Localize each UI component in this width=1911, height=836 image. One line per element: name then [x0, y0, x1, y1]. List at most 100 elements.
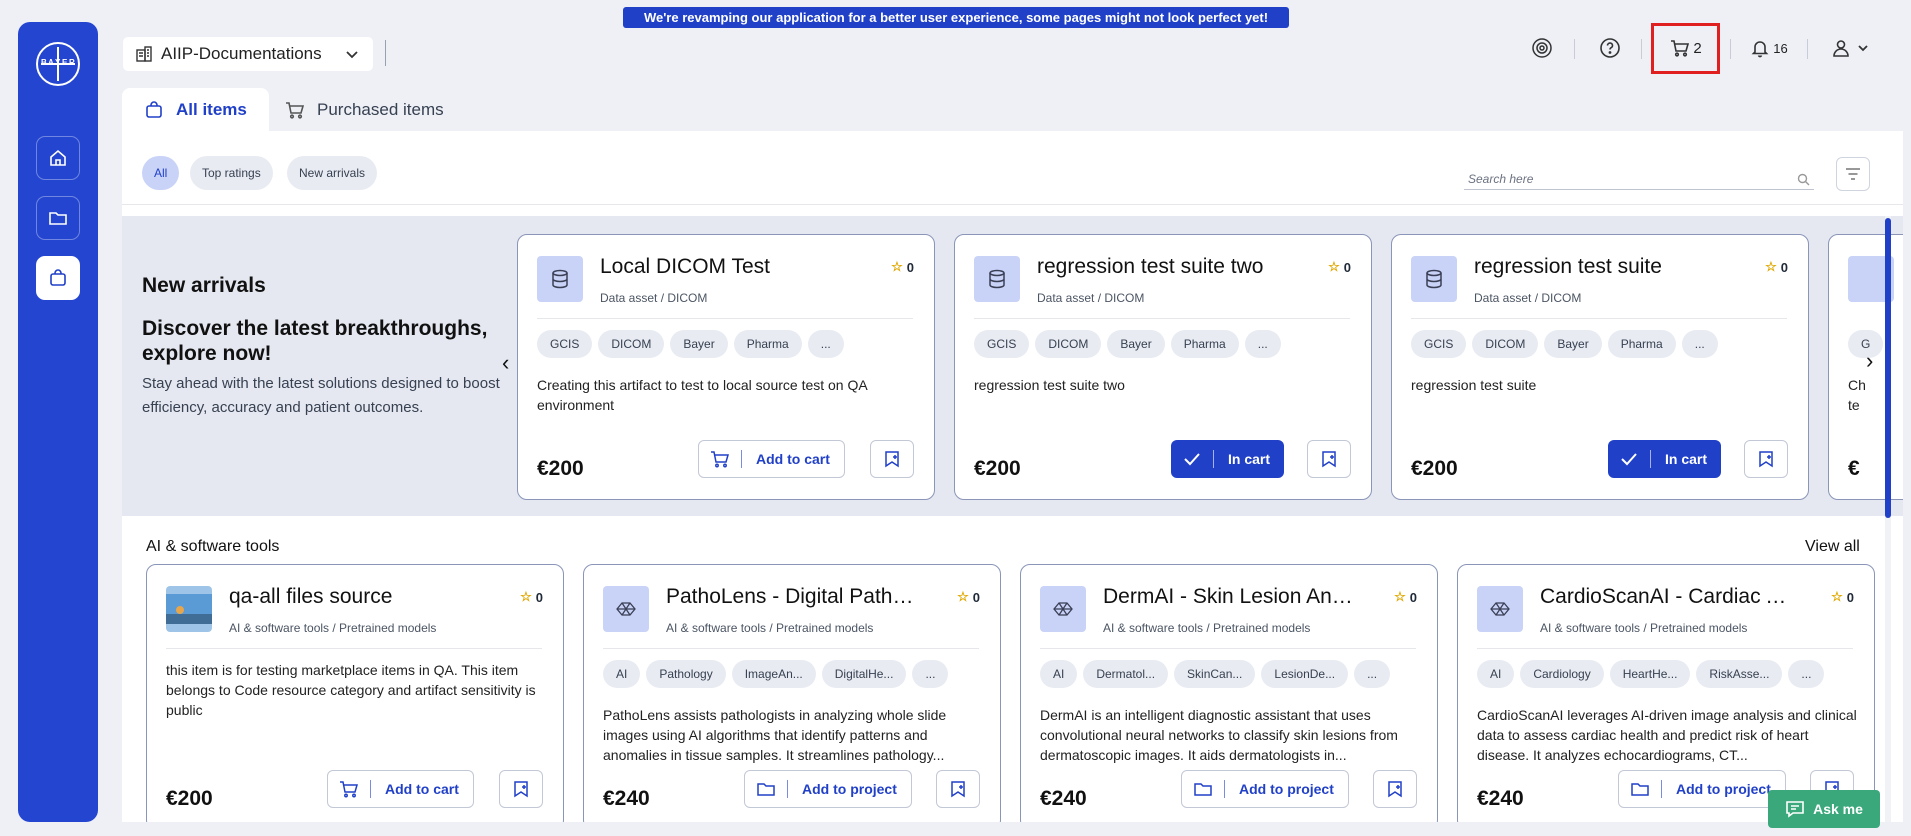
bookmark-add-icon — [1322, 451, 1336, 468]
product-title[interactable]: PathoLens - Digital Pathology — [666, 585, 916, 609]
image-icon — [166, 594, 212, 624]
folder-icon — [49, 212, 67, 225]
tag-more[interactable]: ... — [1244, 330, 1281, 358]
product-card[interactable]: DermAI - Skin Lesion Analysis ☆0 AI & so… — [1020, 564, 1438, 822]
tag: GCIS — [974, 330, 1030, 358]
carousel-prev-button[interactable]: ‹ — [502, 350, 509, 376]
in-cart-button[interactable]: In cart — [1171, 440, 1285, 478]
tag-more[interactable]: ... — [1681, 330, 1718, 358]
product-title[interactable]: qa-all files source — [229, 585, 529, 609]
notifications-button[interactable]: 16 — [1749, 33, 1789, 63]
filter-button[interactable] — [1836, 157, 1870, 191]
tag: AI — [1477, 660, 1515, 688]
filter-chip-top-ratings[interactable]: Top ratings — [190, 156, 273, 190]
ask-me-button[interactable]: Ask me — [1768, 790, 1880, 828]
bookmark-add-icon — [1388, 781, 1402, 798]
product-description: this item is for testing marketplace ite… — [166, 662, 536, 718]
product-description: DermAI is an intelligent diagnostic assi… — [1040, 707, 1398, 763]
bookmark-button[interactable] — [936, 770, 980, 808]
bayer-logo[interactable]: BAYER — [36, 42, 80, 86]
bookmark-button[interactable] — [870, 440, 914, 478]
marketplace-nav-button[interactable] — [36, 256, 80, 300]
tab-purchased-items[interactable]: Purchased items — [285, 88, 444, 132]
chat-icon — [1786, 801, 1804, 818]
tag: GCIS — [537, 330, 593, 358]
add-to-cart-button[interactable]: Add to cart — [327, 770, 474, 808]
tag: ImageAn... — [731, 660, 816, 688]
tag: Bayer — [1544, 330, 1602, 358]
add-to-project-button[interactable]: Add to project — [1618, 770, 1786, 808]
project-selector[interactable]: AIIP-Documentations — [123, 37, 373, 71]
scrollbar-thumb[interactable] — [1885, 218, 1891, 518]
header-divider — [385, 40, 386, 66]
tab-all-items[interactable]: All items — [122, 88, 269, 132]
product-card[interactable]: regression test suite ☆ 0 Data asset / DI… — [1391, 234, 1809, 500]
tab-label: All items — [176, 100, 247, 119]
tag-more[interactable]: ... — [912, 660, 949, 688]
notification-count: 16 — [1773, 40, 1788, 56]
tag-list: AI Dermatol... SkinCan... LesionDe... ..… — [1040, 660, 1391, 688]
product-category: Data asset / DICOM — [1037, 291, 1145, 305]
in-cart-button[interactable]: In cart — [1608, 440, 1722, 478]
shopping-bag-icon — [146, 101, 162, 118]
folder-icon — [757, 783, 775, 796]
add-to-project-button[interactable]: Add to project — [1181, 770, 1349, 808]
product-title[interactable]: Local DICOM Test — [600, 255, 900, 279]
bookmark-add-icon — [885, 451, 899, 468]
logo-letter: B — [41, 58, 47, 67]
product-card[interactable]: regression test suite two ☆ 0 Data asset … — [954, 234, 1372, 500]
bookmark-button[interactable] — [1373, 770, 1417, 808]
tag-list: AI Cardiology HeartHe... RiskAsse... ... — [1477, 660, 1825, 688]
product-card[interactable]: Local DICOM Test ☆ 0 Data asset / DICOM G… — [517, 234, 935, 500]
tag-list: GCIS DICOM Bayer Pharma ... — [1411, 330, 1718, 358]
search-input[interactable]: Search here — [1464, 166, 1814, 190]
vertical-scrollbar[interactable] — [1885, 216, 1891, 822]
section-description: Stay ahead with the latest solutions des… — [142, 375, 500, 416]
brain-network-icon — [1053, 602, 1073, 616]
bookmark-button[interactable] — [1744, 440, 1788, 478]
product-title[interactable]: DermAI - Skin Lesion Analysis — [1103, 585, 1353, 609]
home-nav-button[interactable] — [36, 136, 80, 180]
star-icon: ☆ — [891, 259, 903, 274]
logo-letter: A — [48, 58, 54, 67]
product-title[interactable]: regression test suite — [1474, 255, 1774, 279]
database-icon — [552, 269, 568, 289]
bookmark-button[interactable] — [1307, 440, 1351, 478]
product-title[interactable]: regression test suite two — [1037, 255, 1287, 279]
filter-chip-new-arrivals[interactable]: New arrivals — [287, 156, 378, 190]
star-icon: ☆ — [1831, 589, 1843, 604]
product-category: Data asset / DICOM — [1474, 291, 1582, 305]
tag-more[interactable]: ... — [1788, 660, 1825, 688]
product-card[interactable]: CardioScanAI - Cardiac Analysis ☆0 AI & … — [1457, 564, 1875, 822]
product-thumbnail — [537, 256, 583, 302]
project-name: AIIP-Documentations — [161, 44, 322, 63]
view-all-link[interactable]: View all — [1805, 538, 1860, 556]
home-icon — [50, 149, 66, 166]
settings-button[interactable] — [1529, 33, 1555, 63]
user-menu-button[interactable] — [1830, 33, 1870, 63]
product-title[interactable]: CardioScanAI - Cardiac Analysis — [1540, 585, 1790, 609]
cart-highlight — [1651, 23, 1720, 74]
bell-icon — [1751, 41, 1769, 58]
add-to-cart-button[interactable]: Add to cart — [698, 440, 845, 478]
help-icon — [1600, 38, 1620, 58]
product-thumbnail — [1411, 256, 1457, 302]
announcement-banner: We're revamping our application for a be… — [623, 7, 1289, 28]
product-card[interactable]: PathoLens - Digital Pathology ☆ 0 AI & so… — [583, 564, 1001, 822]
tag-more[interactable]: ... — [1354, 660, 1391, 688]
brain-network-icon — [1490, 602, 1510, 616]
tag: Dermatol... — [1083, 660, 1169, 688]
tag: AI — [1040, 660, 1078, 688]
database-icon — [1426, 269, 1442, 289]
product-price: €200 — [1411, 457, 1458, 480]
help-button[interactable] — [1598, 33, 1622, 63]
projects-nav-button[interactable] — [36, 196, 80, 240]
filter-chip-all[interactable]: All — [142, 156, 180, 190]
tag: DICOM — [1472, 330, 1539, 358]
product-card[interactable]: qa-all files source ☆ 0 AI & software too… — [146, 564, 564, 822]
bookmark-button[interactable] — [499, 770, 543, 808]
tag-more[interactable]: ... — [807, 330, 844, 358]
product-price: €200 — [974, 457, 1021, 480]
add-to-project-button[interactable]: Add to project — [744, 770, 912, 808]
carousel-next-button[interactable]: › — [1866, 348, 1873, 374]
